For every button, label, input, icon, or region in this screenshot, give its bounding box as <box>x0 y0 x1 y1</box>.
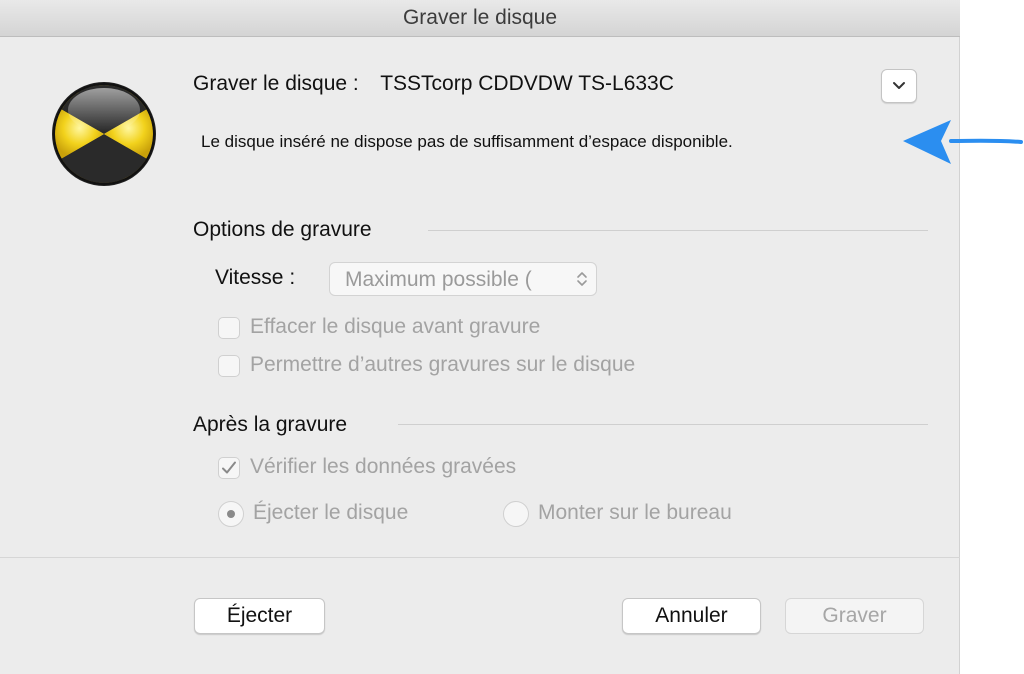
cancel-button[interactable]: Annuler <box>622 598 761 634</box>
burn-button[interactable]: Graver <box>785 598 924 634</box>
up-down-chevron-icon <box>577 272 587 286</box>
erase-checkbox[interactable] <box>218 317 240 339</box>
speed-label: Vitesse : <box>215 266 296 289</box>
verify-label: Vérifier les données gravées <box>250 455 517 478</box>
checkmark-icon <box>222 461 236 474</box>
eject-radio-label: Éjecter le disque <box>253 501 409 524</box>
multisession-label: Permettre d’autres gravures sur le disqu… <box>250 353 636 376</box>
eject-radio[interactable] <box>218 501 244 527</box>
after-burn-title: Après la gravure <box>193 413 348 436</box>
chevron-down-icon <box>893 82 905 89</box>
burn-disc-dialog: Graver le disque Graver le disque: TSST… <box>0 0 960 674</box>
mount-radio[interactable] <box>503 501 529 527</box>
burn-heading-label: Graver le disque : <box>193 72 359 95</box>
speed-value: Maximum possible ( <box>345 268 532 291</box>
erase-label: Effacer le disque avant gravure <box>250 315 541 338</box>
speed-select[interactable]: Maximum possible ( <box>329 262 597 296</box>
burn-heading: Graver le disque : TSSTcorp CDDVDW TS-L6… <box>193 72 674 96</box>
section-divider <box>398 424 928 425</box>
drive-name: TSSTcorp CDDVDW TS-L633C <box>380 72 674 95</box>
blue-arrow-icon <box>903 120 1023 164</box>
mount-radio-label: Monter sur le bureau <box>538 501 732 524</box>
burn-options-title: Options de gravure <box>193 218 372 241</box>
insufficient-space-message: Le disque inséré ne dispose pas de suffi… <box>201 132 733 151</box>
eject-button[interactable]: Éjecter <box>194 598 325 634</box>
radio-selected-dot <box>227 510 235 518</box>
multisession-checkbox[interactable] <box>218 355 240 377</box>
window-title: Graver le disque <box>0 0 960 37</box>
burn-radiation-icon <box>52 82 156 186</box>
verify-checkbox[interactable] <box>218 457 240 479</box>
footer-divider <box>0 557 960 558</box>
section-divider <box>428 230 928 231</box>
drive-disclosure-button[interactable] <box>881 69 917 103</box>
